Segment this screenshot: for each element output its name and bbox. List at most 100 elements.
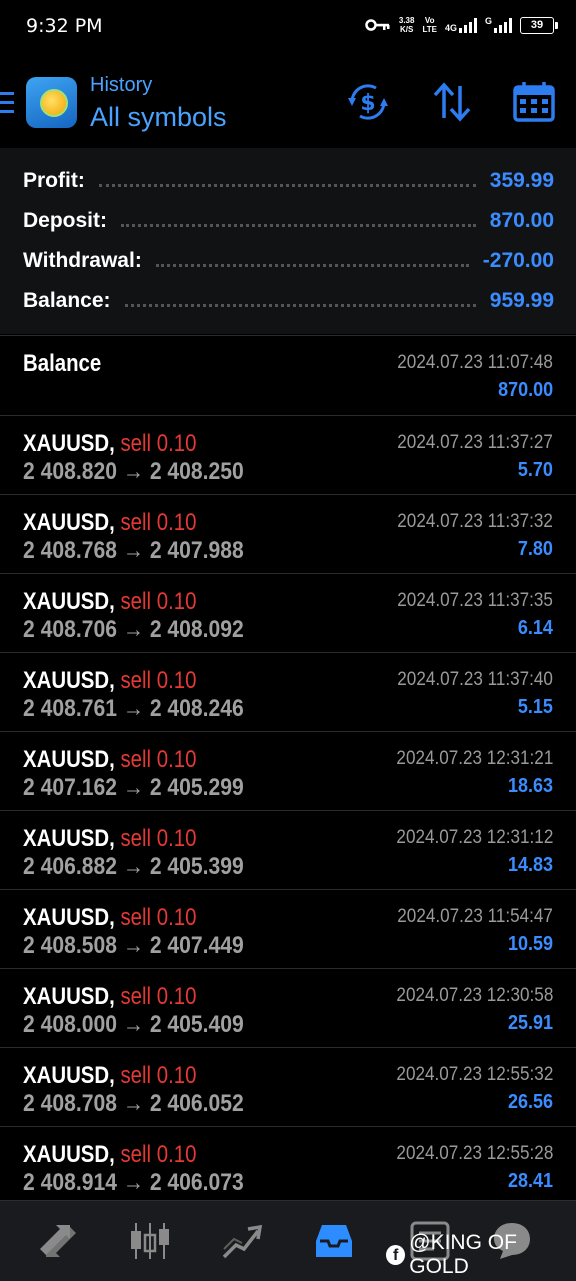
row-datetime: 2024.07.23 11:54:47 — [397, 906, 553, 927]
trade-side: sell 0.10 — [120, 1062, 197, 1089]
trade-row[interactable]: XAUUSD, sell 0.10 2 408.000 → 2 405.409 … — [0, 968, 576, 1047]
row-amount: 5.70 — [517, 459, 553, 481]
trade-prices: 2 407.162 → 2 405.299 — [23, 774, 244, 801]
trade-prices: 2 408.820 → 2 408.250 — [23, 458, 244, 485]
svg-text:$: $ — [360, 91, 375, 116]
summary-label: Profit: — [23, 169, 85, 192]
row-amount: 7.80 — [517, 538, 553, 560]
battery-icon: 39 — [520, 16, 558, 34]
trade-side: sell 0.10 — [120, 509, 197, 536]
status-bar: 9:32 PM 3.38 K/S Vo LTE 4G G 39 — [0, 0, 576, 58]
signal-2: G — [485, 17, 512, 33]
history-icon[interactable] — [312, 1219, 356, 1263]
row-datetime: 2024.07.23 12:55:28 — [396, 1143, 553, 1164]
bottom-nav: f @KING OF GOLD — [0, 1200, 576, 1281]
balance-label: Balance — [23, 350, 102, 377]
signal-bars-icon — [458, 17, 477, 33]
symbol-text: XAUUSD, — [23, 904, 115, 931]
trade-prices: 2 408.508 → 2 407.449 — [23, 932, 244, 959]
trade-symbol: XAUUSD, sell 0.10 — [23, 430, 196, 458]
dotted-leader — [98, 183, 476, 187]
summary-panel: Profit: 359.99 Deposit: 870.00 Withdrawa… — [0, 148, 576, 334]
trade-symbol: XAUUSD, sell 0.10 — [23, 667, 196, 695]
trade-symbol: XAUUSD, sell 0.10 — [23, 1141, 196, 1169]
trade-prices: 2 408.000 → 2 405.409 — [23, 1011, 244, 1038]
trade-side: sell 0.10 — [120, 430, 197, 457]
network-4g-label: 4G — [444, 23, 457, 33]
volte-top: Vo — [424, 16, 435, 25]
summary-label: Balance: — [23, 289, 111, 312]
volte-indicator: Vo LTE — [422, 16, 437, 34]
sort-icon[interactable] — [430, 80, 474, 124]
trade-side: sell 0.10 — [120, 904, 197, 931]
trade-prices: 2 406.882 → 2 405.399 — [23, 853, 244, 880]
row-datetime: 2024.07.23 12:31:21 — [396, 748, 553, 769]
summary-row-balance: Balance: 959.99 — [23, 284, 554, 318]
row-amount: 870.00 — [497, 379, 553, 401]
calendar-icon[interactable] — [512, 80, 556, 124]
status-time: 9:32 PM — [26, 15, 103, 37]
trade-row[interactable]: XAUUSD, sell 0.10 2 408.820 → 2 408.250 … — [0, 415, 576, 494]
app-header: History All symbols $ — [0, 58, 576, 148]
page-title[interactable]: All symbols — [90, 102, 227, 133]
trade-symbol: XAUUSD, sell 0.10 — [23, 1062, 196, 1090]
dotted-leader — [121, 223, 476, 227]
trade-row[interactable]: XAUUSD, sell 0.10 2 408.914 → 2 406.073 … — [0, 1126, 576, 1205]
row-datetime: 2024.07.23 12:30:58 — [396, 985, 553, 1006]
menu-icon[interactable] — [0, 92, 14, 114]
signal-bars-icon — [494, 17, 512, 33]
summary-value: 359.99 — [489, 169, 554, 192]
quotes-icon[interactable] — [36, 1219, 80, 1263]
facebook-icon: f — [386, 1245, 406, 1265]
summary-value: 959.99 — [489, 289, 554, 312]
status-icons: 3.38 K/S Vo LTE 4G G 39 — [365, 16, 558, 34]
row-amount: 25.91 — [507, 1012, 553, 1034]
row-amount: 18.63 — [507, 775, 553, 797]
net-speed-unit: K/S — [399, 25, 414, 34]
trade-symbol: XAUUSD, sell 0.10 — [23, 588, 196, 616]
row-datetime: 2024.07.23 11:07:48 — [397, 352, 553, 373]
summary-label: Withdrawal: — [23, 249, 142, 272]
row-datetime: 2024.07.23 11:37:35 — [397, 590, 553, 611]
trade-row[interactable]: XAUUSD, sell 0.10 2 407.162 → 2 405.299 … — [0, 731, 576, 810]
trade-prices: 2 408.706 → 2 408.092 — [23, 616, 244, 643]
trade-row[interactable]: XAUUSD, sell 0.10 2 408.508 → 2 407.449 … — [0, 889, 576, 968]
balance-row[interactable]: Balance 2024.07.23 11:07:48 870.00 — [0, 335, 576, 415]
symbol-text: XAUUSD, — [23, 588, 115, 615]
watermark-text: @KING OF GOLD — [409, 1231, 517, 1278]
network-g-label: G — [484, 16, 492, 26]
chart-icon[interactable] — [128, 1219, 172, 1263]
row-datetime: 2024.07.23 12:31:12 — [396, 827, 553, 848]
trade-side: sell 0.10 — [120, 983, 197, 1010]
trade-symbol: XAUUSD, sell 0.10 — [23, 983, 196, 1011]
trade-row[interactable]: XAUUSD, sell 0.10 2 408.706 → 2 408.092 … — [0, 573, 576, 652]
net-speed-value: 3.38 — [398, 16, 415, 25]
summary-value: 870.00 — [489, 209, 554, 232]
row-amount: 6.14 — [517, 617, 553, 639]
trade-icon[interactable] — [220, 1219, 264, 1263]
symbol-text: XAUUSD, — [23, 667, 115, 694]
trade-row[interactable]: XAUUSD, sell 0.10 2 408.761 → 2 408.246 … — [0, 652, 576, 731]
trade-side: sell 0.10 — [120, 588, 197, 615]
trade-side: sell 0.10 — [120, 825, 197, 852]
row-amount: 14.83 — [507, 854, 553, 876]
symbol-text: XAUUSD, — [23, 825, 115, 852]
trade-side: sell 0.10 — [120, 667, 197, 694]
trade-symbol: XAUUSD, sell 0.10 — [23, 825, 196, 853]
trade-prices: 2 408.914 → 2 406.073 — [23, 1169, 244, 1196]
dollar-refresh-icon[interactable]: $ — [346, 80, 390, 124]
trade-symbol: XAUUSD, sell 0.10 — [23, 746, 196, 774]
page-subtitle: History — [90, 74, 153, 96]
row-datetime: 2024.07.23 11:37:40 — [397, 669, 553, 690]
row-amount: 5.15 — [517, 696, 553, 718]
dotted-leader — [124, 303, 476, 307]
symbol-text: XAUUSD, — [23, 1141, 115, 1168]
symbol-text: XAUUSD, — [23, 430, 115, 457]
trade-symbol: XAUUSD, sell 0.10 — [23, 509, 196, 537]
trade-prices: 2 408.708 → 2 406.052 — [23, 1090, 244, 1117]
summary-row-profit: Profit: 359.99 — [23, 164, 554, 198]
trade-side: sell 0.10 — [120, 746, 197, 773]
trade-row[interactable]: XAUUSD, sell 0.10 2 408.768 → 2 407.988 … — [0, 494, 576, 573]
trade-row[interactable]: XAUUSD, sell 0.10 2 408.708 → 2 406.052 … — [0, 1047, 576, 1126]
trade-row[interactable]: XAUUSD, sell 0.10 2 406.882 → 2 405.399 … — [0, 810, 576, 889]
